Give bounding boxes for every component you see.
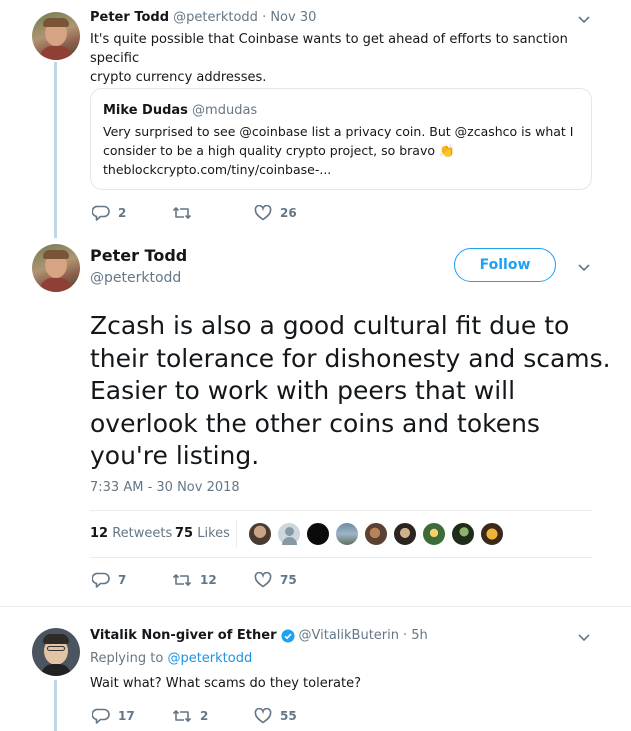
liker-avatar[interactable] [451,522,475,546]
tweet-time[interactable]: · 5h [403,628,428,643]
liker-avatar[interactable] [364,522,388,546]
quote-text: Very surprised to see @coinbase list a p… [103,122,583,179]
author-name[interactable]: Vitalik Non-giver of Ether [90,628,277,643]
tweet-header: Peter Todd @peterktodd · Nov 30 [90,10,316,25]
avatar[interactable] [32,12,80,60]
stats-divider [236,520,237,548]
reply-icon [92,572,110,588]
retweets-stat[interactable]: 12 Retweets [90,526,172,541]
author-handle[interactable]: @VitalikButerin [299,628,399,643]
like-button[interactable]: 26 [254,205,297,221]
liker-avatar[interactable] [422,522,446,546]
author-name[interactable]: Peter Todd [90,10,169,25]
liker-avatar[interactable] [480,522,504,546]
divider [90,557,592,558]
liker-avatar[interactable] [393,522,417,546]
like-button[interactable]: 75 [254,572,297,588]
retweet-icon [172,710,192,722]
retweet-button[interactable] [172,205,200,221]
thread-line [54,680,57,731]
chevron-down-icon[interactable] [578,264,590,272]
tweet-text: It's quite possible that Coinbase wants … [90,32,568,85]
avatar[interactable] [32,628,80,676]
quote-author-handle: @mdudas [192,103,258,118]
like-count: 55 [280,709,297,723]
thread-line [54,62,57,238]
retweets-stat-label: Retweets [112,526,173,541]
reply-count: 2 [118,206,127,220]
tweet-time[interactable]: · Nov 30 [262,10,316,25]
replying-to: Replying to @peterktodd [90,651,252,666]
tweet-text: Zcash is also a good cultural fit due to… [90,311,611,470]
retweet-count: 12 [200,573,217,587]
likes-stat-label: Likes [197,526,230,541]
author-handle[interactable]: @peterktodd [90,270,181,286]
liker-avatar[interactable] [335,522,359,546]
heart-icon [254,572,272,588]
tweet-text: Wait what? What scams do they tolerate? [90,676,362,691]
divider [0,606,631,607]
retweet-icon [172,207,192,219]
reply-icon [92,205,110,221]
like-count: 75 [280,573,297,587]
retweet-icon [172,574,192,586]
verified-icon [281,629,295,642]
replying-to-label: Replying to [90,651,164,666]
reply-button[interactable]: 17 [92,708,135,724]
tweet-header: Vitalik Non-giver of Ether @VitalikButer… [90,628,428,643]
replying-to-handle[interactable]: @peterktodd [167,651,252,666]
avatar[interactable] [32,244,80,292]
chevron-down-icon[interactable] [578,16,590,24]
reply-button[interactable]: 7 [92,572,126,588]
heart-icon [254,708,272,724]
quote-link: theblockcrypto.com/tiny/coinbase-... [103,162,332,177]
follow-button[interactable]: Follow [454,248,556,282]
reply-button[interactable]: 2 [92,205,126,221]
reply-count: 7 [118,573,127,587]
chevron-down-icon[interactable] [578,634,590,642]
divider [90,510,592,511]
liker-avatar[interactable] [277,522,301,546]
likes-stat-count: 75 [175,526,194,541]
liker-avatar[interactable] [306,522,330,546]
like-button[interactable]: 55 [254,708,297,724]
clapping-hands-emoji: 👏 [438,143,455,158]
heart-icon [254,205,272,221]
retweets-stat-count: 12 [90,526,109,541]
quoted-tweet[interactable]: Mike Dudas @mdudas Very surprised to see… [90,88,592,190]
retweet-button[interactable]: 2 [172,708,208,724]
like-count: 26 [280,206,297,220]
retweet-button[interactable]: 12 [172,572,217,588]
reply-icon [92,708,110,724]
quote-author-name: Mike Dudas [103,103,188,118]
likes-stat[interactable]: 75 Likes [175,526,230,541]
author-handle[interactable]: @peterktodd [173,10,258,25]
retweet-count: 2 [200,709,209,723]
tweet-timestamp[interactable]: 7:33 AM - 30 Nov 2018 [90,480,240,495]
reply-count: 17 [118,709,135,723]
liker-avatar[interactable] [248,522,272,546]
quote-header: Mike Dudas @mdudas [103,103,257,118]
author-name[interactable]: Peter Todd [90,246,187,265]
